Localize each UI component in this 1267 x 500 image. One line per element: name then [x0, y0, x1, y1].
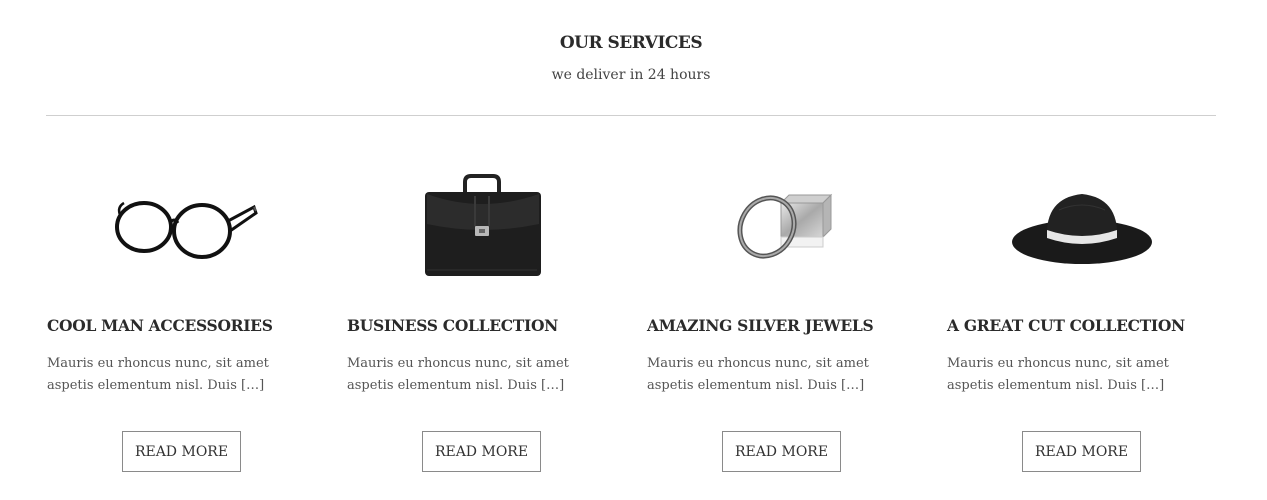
divider [46, 115, 1216, 116]
read-more-button[interactable]: READ MORE [722, 431, 841, 472]
service-card-accessories: COOL MAN ACCESSORIES Mauris eu rhoncus n… [47, 150, 317, 490]
card-text: Mauris eu rhoncus nunc, sit amet aspetis… [947, 356, 1169, 393]
read-more-button[interactable]: READ MORE [1022, 431, 1141, 472]
bracelet-icon [737, 193, 833, 259]
card-title: AMAZING SILVER JEWELS [647, 316, 874, 335]
section-title: OUR SERVICES [559, 33, 703, 53]
service-card-cut: A GREAT CUT COLLECTION Mauris eu rhoncus… [947, 150, 1217, 490]
service-card-jewels: AMAZING SILVER JEWELS Mauris eu rhoncus … [647, 150, 917, 490]
briefcase-icon [425, 174, 541, 276]
hat-icon [1012, 194, 1152, 264]
card-title: BUSINESS COLLECTION [347, 316, 559, 335]
section-subtitle: we deliver in 24 hours [551, 67, 711, 83]
glasses-image[interactable] [47, 150, 317, 300]
read-more-button[interactable]: READ MORE [422, 431, 541, 472]
read-more-button[interactable]: READ MORE [122, 431, 241, 472]
hat-image[interactable] [947, 150, 1217, 300]
glasses-icon [115, 201, 258, 259]
card-title: A GREAT CUT COLLECTION [947, 316, 1185, 335]
briefcase-image[interactable] [347, 150, 617, 300]
card-text: Mauris eu rhoncus nunc, sit amet aspetis… [647, 356, 869, 393]
bracelet-image[interactable] [647, 150, 917, 300]
card-text: Mauris eu rhoncus nunc, sit amet aspetis… [47, 356, 269, 393]
card-title: COOL MAN ACCESSORIES [47, 316, 273, 335]
card-text: Mauris eu rhoncus nunc, sit amet aspetis… [347, 356, 569, 393]
service-card-business: BUSINESS COLLECTION Mauris eu rhoncus nu… [347, 150, 617, 490]
